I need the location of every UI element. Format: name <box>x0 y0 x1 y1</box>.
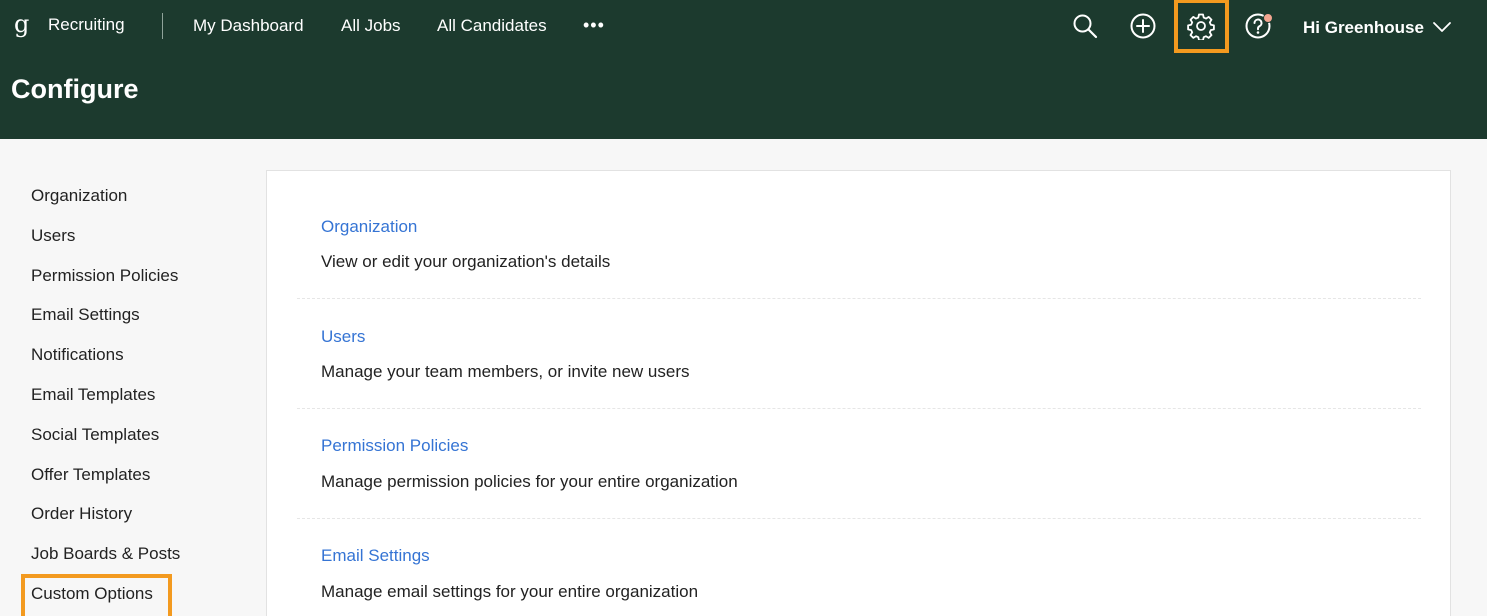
nav-all-candidates[interactable]: All Candidates <box>437 15 547 37</box>
section-link-organization[interactable]: Organization <box>321 216 417 238</box>
nav-more-button[interactable]: ••• <box>583 14 605 36</box>
section-divider <box>297 518 1421 519</box>
sidebar-item-permission-policies[interactable]: Permission Policies <box>31 265 178 287</box>
greenhouse-logo[interactable]: g <box>14 8 29 40</box>
sidebar-item-order-history[interactable]: Order History <box>31 503 132 525</box>
search-button[interactable] <box>1069 10 1101 42</box>
sidebar-item-email-templates[interactable]: Email Templates <box>31 384 155 406</box>
section-description-organization: View or edit your organization's details <box>321 252 611 271</box>
add-button[interactable] <box>1127 10 1159 42</box>
section-divider <box>297 408 1421 409</box>
sidebar-item-notifications[interactable]: Notifications <box>31 344 124 366</box>
sidebar-item-job-boards-posts[interactable]: Job Boards & Posts <box>31 543 180 565</box>
section-description-users: Manage your team members, or invite new … <box>321 362 690 381</box>
section-description-email-settings: Manage email settings for your entire or… <box>321 582 699 601</box>
top-nav-bar: g Recruiting My Dashboard All Jobs All C… <box>0 0 1487 53</box>
section-divider <box>297 298 1421 299</box>
section-description-permission-policies: Manage permission policies for your enti… <box>321 472 738 491</box>
sidebar-item-custom-options[interactable]: Custom Options <box>31 583 153 605</box>
notification-dot <box>1263 13 1273 23</box>
page-title: Configure <box>11 74 139 104</box>
configure-panel <box>266 170 1451 616</box>
settings-button[interactable] <box>1185 10 1217 42</box>
plus-circle-icon <box>1130 13 1156 39</box>
nav-divider <box>162 13 163 39</box>
nav-my-dashboard[interactable]: My Dashboard <box>193 15 304 37</box>
gear-icon <box>1187 13 1215 40</box>
sidebar-item-email-settings[interactable]: Email Settings <box>31 304 140 326</box>
nav-all-jobs[interactable]: All Jobs <box>341 15 401 37</box>
sidebar-item-offer-templates[interactable]: Offer Templates <box>31 464 150 486</box>
search-icon <box>1073 14 1098 39</box>
top-header: g Recruiting My Dashboard All Jobs All C… <box>0 0 1487 139</box>
sidebar-item-organization[interactable]: Organization <box>31 185 127 207</box>
user-menu[interactable]: Hi Greenhouse <box>1303 17 1424 39</box>
app-name[interactable]: Recruiting <box>48 14 125 36</box>
section-link-email-settings[interactable]: Email Settings <box>321 545 430 567</box>
section-link-permission-policies[interactable]: Permission Policies <box>321 435 468 457</box>
sidebar-item-users[interactable]: Users <box>31 225 75 247</box>
section-link-users[interactable]: Users <box>321 326 365 348</box>
sidebar-item-social-templates[interactable]: Social Templates <box>31 424 159 446</box>
chevron-down-icon[interactable] <box>1432 19 1452 35</box>
